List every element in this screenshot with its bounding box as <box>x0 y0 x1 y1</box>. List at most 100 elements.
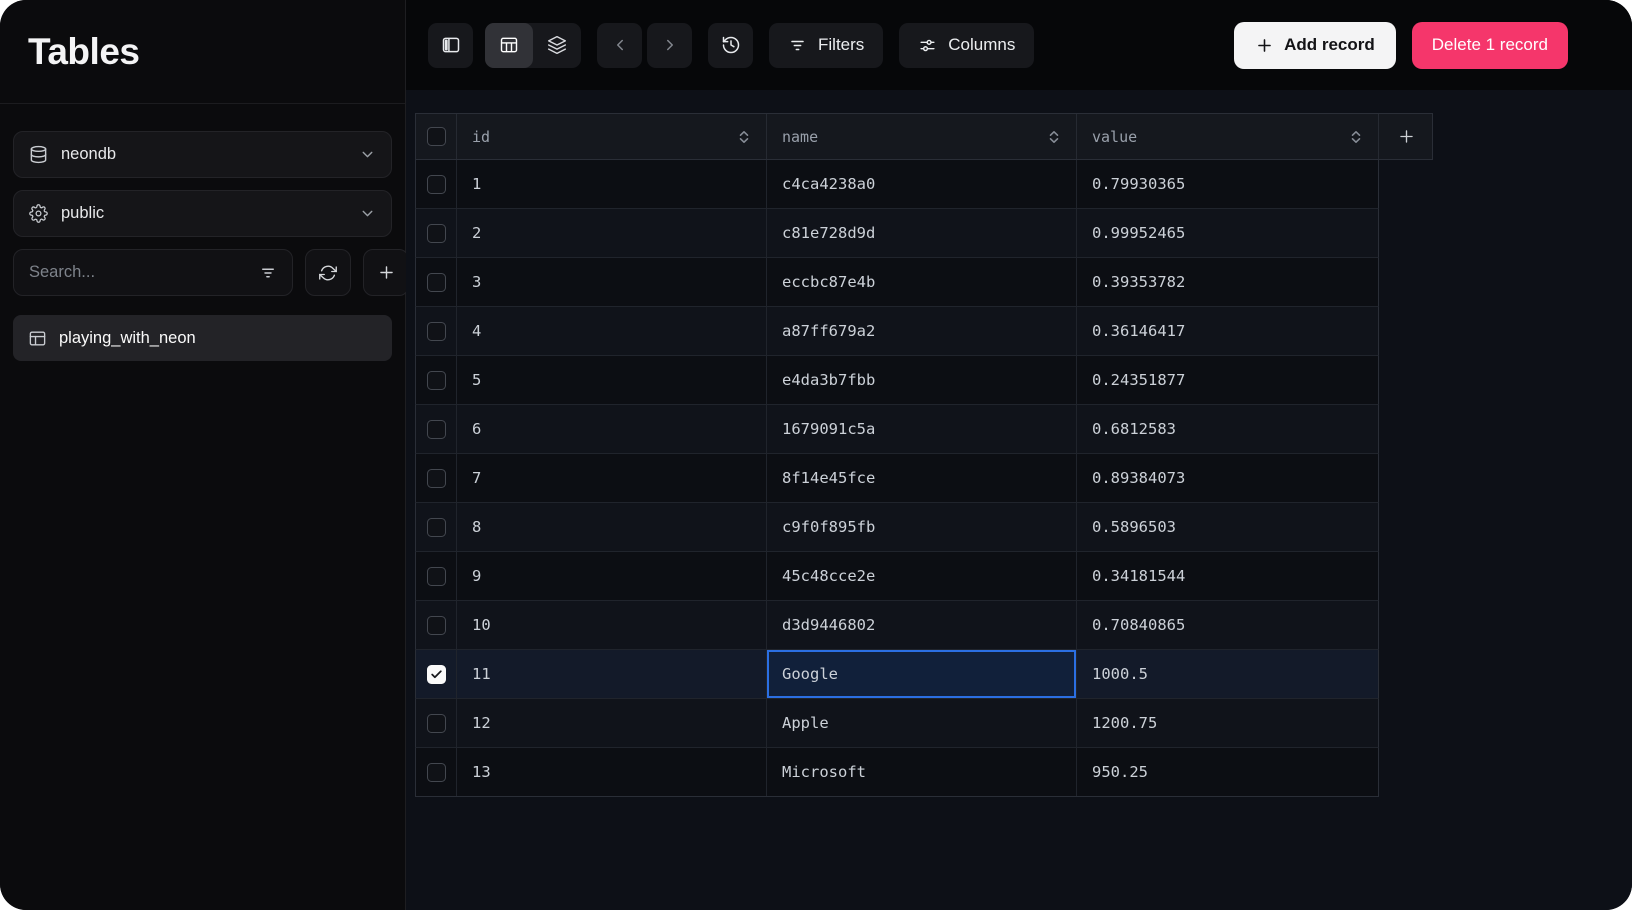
cell-id[interactable]: 11 <box>457 650 767 698</box>
row-checkbox[interactable] <box>427 469 446 488</box>
row-checkbox[interactable] <box>427 518 446 537</box>
cell-name[interactable]: eccbc87e4b <box>767 258 1077 306</box>
history-button[interactable] <box>708 23 753 68</box>
cell-value[interactable]: 0.99952465 <box>1077 209 1379 257</box>
add-table-button[interactable] <box>363 249 409 296</box>
cell-value[interactable]: 1200.75 <box>1077 699 1379 747</box>
row-checkbox[interactable] <box>427 371 446 390</box>
add-column-button[interactable] <box>1379 114 1434 159</box>
cell-value[interactable]: 0.89384073 <box>1077 454 1379 502</box>
cell-id[interactable]: 7 <box>457 454 767 502</box>
row-checkbox[interactable] <box>427 714 446 733</box>
row-checkbox-cell <box>416 503 457 551</box>
cell-id[interactable]: 6 <box>457 405 767 453</box>
previous-page-button[interactable] <box>597 23 642 68</box>
sidebar-body: neondb public <box>0 104 405 388</box>
row-checkbox[interactable] <box>427 763 446 782</box>
chevron-down-icon <box>359 205 376 222</box>
delete-record-label: Delete 1 record <box>1432 35 1548 55</box>
sidebar-item-playing-with-neon[interactable]: playing_with_neon <box>13 315 392 361</box>
cell-id[interactable]: 8 <box>457 503 767 551</box>
data-grid: id name value <box>406 90 1632 910</box>
filters-button[interactable]: Filters <box>769 23 883 68</box>
cell-value[interactable]: 0.39353782 <box>1077 258 1379 306</box>
cell-value[interactable]: 1000.5 <box>1077 650 1379 698</box>
layers-view-button[interactable] <box>533 23 581 68</box>
cell-id[interactable]: 9 <box>457 552 767 600</box>
refresh-button[interactable] <box>305 249 351 296</box>
table-row: 4 a87ff679a2 0.36146417 <box>415 307 1379 356</box>
sort-icon[interactable] <box>1047 130 1061 144</box>
row-checkbox-cell <box>416 601 457 649</box>
cell-value[interactable]: 0.34181544 <box>1077 552 1379 600</box>
row-checkbox[interactable] <box>427 322 446 341</box>
cell-value[interactable]: 0.79930365 <box>1077 160 1379 208</box>
row-checkbox[interactable] <box>427 175 446 194</box>
table-row: 3 eccbc87e4b 0.39353782 <box>415 258 1379 307</box>
column-header-name[interactable]: name <box>767 114 1077 159</box>
cell-name[interactable]: c9f0f895fb <box>767 503 1077 551</box>
sort-icon[interactable] <box>737 130 751 144</box>
cell-name[interactable]: e4da3b7fbb <box>767 356 1077 404</box>
delete-record-button[interactable]: Delete 1 record <box>1412 22 1568 69</box>
cell-name[interactable]: 1679091c5a <box>767 405 1077 453</box>
cell-id[interactable]: 4 <box>457 307 767 355</box>
cell-value[interactable]: 0.5896503 <box>1077 503 1379 551</box>
select-all-checkbox[interactable] <box>427 127 446 146</box>
cell-id[interactable]: 10 <box>457 601 767 649</box>
layers-icon <box>547 35 567 55</box>
row-checkbox[interactable] <box>427 420 446 439</box>
column-header-label: value <box>1092 128 1137 146</box>
row-checkbox[interactable] <box>427 616 446 635</box>
column-header-id[interactable]: id <box>457 114 767 159</box>
sort-icon[interactable] <box>1349 130 1363 144</box>
search-input-wrapper <box>13 249 293 296</box>
cell-value[interactable]: 0.36146417 <box>1077 307 1379 355</box>
schema-selector[interactable]: public <box>13 190 392 237</box>
row-checkbox[interactable] <box>427 567 446 586</box>
row-checkbox[interactable] <box>427 665 446 684</box>
cell-name[interactable]: Google <box>767 650 1077 698</box>
cell-name[interactable]: 8f14e45fce <box>767 454 1077 502</box>
cell-id[interactable]: 5 <box>457 356 767 404</box>
cell-value[interactable]: 0.6812583 <box>1077 405 1379 453</box>
column-header-label: name <box>782 128 818 146</box>
next-page-button[interactable] <box>647 23 692 68</box>
add-record-button[interactable]: Add record <box>1234 22 1396 69</box>
cell-id[interactable]: 1 <box>457 160 767 208</box>
cell-id[interactable]: 2 <box>457 209 767 257</box>
cell-id[interactable]: 3 <box>457 258 767 306</box>
refresh-icon <box>319 264 337 282</box>
cell-value[interactable]: 950.25 <box>1077 748 1379 796</box>
table-row: 10 d3d9446802 0.70840865 <box>415 601 1379 650</box>
cell-name[interactable]: 45c48cce2e <box>767 552 1077 600</box>
row-checkbox-cell <box>416 356 457 404</box>
cell-name[interactable]: c4ca4238a0 <box>767 160 1077 208</box>
cell-value[interactable]: 0.24351877 <box>1077 356 1379 404</box>
table-icon <box>28 329 47 348</box>
cell-name[interactable]: c81e728d9d <box>767 209 1077 257</box>
database-icon <box>29 145 48 164</box>
search-input[interactable] <box>29 263 249 282</box>
row-checkbox-cell <box>416 258 457 306</box>
sidebar-toggle-button[interactable] <box>428 23 473 68</box>
cell-name[interactable]: Apple <box>767 699 1077 747</box>
row-checkbox[interactable] <box>427 273 446 292</box>
row-checkbox[interactable] <box>427 224 446 243</box>
cell-name[interactable]: a87ff679a2 <box>767 307 1077 355</box>
grid-view-button[interactable] <box>485 23 533 68</box>
panel-left-icon <box>441 35 461 55</box>
cell-value[interactable]: 0.70840865 <box>1077 601 1379 649</box>
table-row: 12 Apple 1200.75 <box>415 699 1379 748</box>
table-row: 1 c4ca4238a0 0.79930365 <box>415 160 1379 209</box>
cell-name[interactable]: Microsoft <box>767 748 1077 796</box>
sliders-icon <box>918 36 937 55</box>
database-selector[interactable]: neondb <box>13 131 392 178</box>
table-header-row: id name value <box>415 113 1433 160</box>
cell-id[interactable]: 12 <box>457 699 767 747</box>
cell-name[interactable]: d3d9446802 <box>767 601 1077 649</box>
columns-button[interactable]: Columns <box>899 23 1034 68</box>
table-row: 6 1679091c5a 0.6812583 <box>415 405 1379 454</box>
cell-id[interactable]: 13 <box>457 748 767 796</box>
column-header-value[interactable]: value <box>1077 114 1379 159</box>
